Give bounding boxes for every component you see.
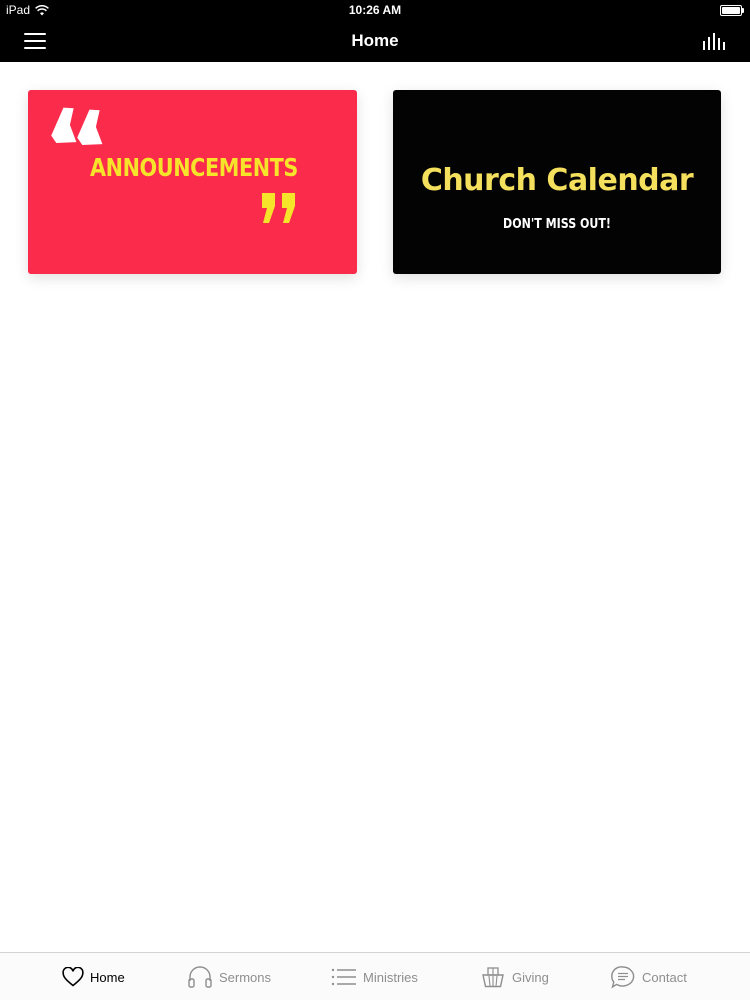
tab-bar: Home Sermons Ministries Giving Contact: [0, 952, 750, 1000]
calendar-subtitle: DON'T MISS OUT!: [503, 217, 611, 232]
list-icon: [331, 968, 356, 986]
tab-home[interactable]: Home: [62, 953, 125, 1000]
announcements-title: ANNOUNCEMENTS: [90, 153, 298, 182]
headphones-icon: [188, 966, 212, 988]
tab-sermons[interactable]: Sermons: [187, 953, 271, 1000]
equalizer-icon[interactable]: [702, 33, 726, 50]
tab-ministries-label: Ministries: [363, 969, 418, 985]
close-quote-icon: [262, 193, 295, 223]
battery-level: [722, 7, 740, 14]
status-bar: iPad 10:26 AM: [0, 0, 750, 20]
open-quote-icon: [51, 107, 103, 145]
tab-contact[interactable]: Contact: [610, 953, 687, 1000]
announcements-card[interactable]: ANNOUNCEMENTS: [28, 90, 357, 274]
tab-home-label: Home: [90, 969, 125, 985]
battery-icon: [720, 5, 744, 16]
page-title: Home: [351, 31, 399, 50]
gift-basket-icon: [482, 967, 504, 988]
speech-bubble-icon: [611, 966, 635, 989]
heart-icon: [62, 967, 84, 987]
tab-giving-label: Giving: [512, 969, 549, 985]
tab-ministries[interactable]: Ministries: [331, 953, 418, 1000]
calendar-title: Church Calendar: [420, 163, 694, 198]
status-time: 10:26 AM: [348, 3, 402, 17]
tab-contact-label: Contact: [642, 969, 687, 985]
church-calendar-card[interactable]: Church Calendar DON'T MISS OUT!: [393, 90, 721, 274]
app-screen: iPad 10:26 AM Home ANNOUNCEMENTS Church …: [0, 0, 750, 1000]
tab-giving[interactable]: Giving: [480, 953, 549, 1000]
tab-sermons-label: Sermons: [219, 969, 272, 985]
nav-bar: Home: [0, 20, 750, 62]
